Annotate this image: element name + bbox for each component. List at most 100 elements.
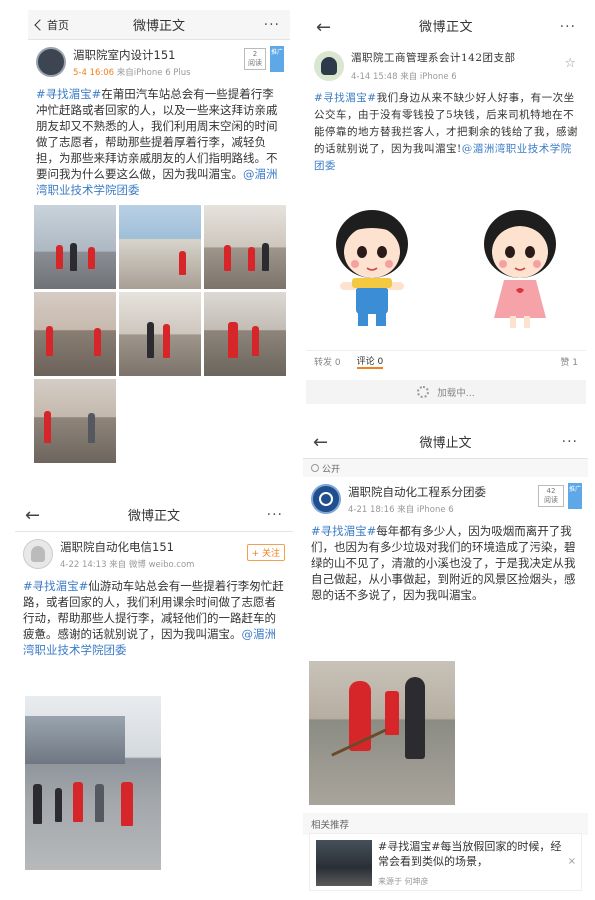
page-title: 微博正文 [418,19,473,35]
author-name[interactable]: 湄职院自动化电信151 [60,539,194,555]
visibility-bar: 公开 [303,459,588,477]
post-body: #寻找湄宝#我们身边从来不缺少好人好事，有一次坐公交车，由于没有零钱投了5块钱，… [306,88,586,177]
related-post-card[interactable]: #寻找湄宝#每当放假回家的时候，经常会看到类似的场景， 来源于 何坤彦 × [309,833,582,891]
related-post-text: #寻找湄宝#每当放假回家的时候，经常会看到类似的场景， [378,840,562,868]
spinner-icon [417,386,430,398]
chevron-left-icon [34,19,46,31]
post-photo[interactable] [119,205,201,289]
avatar[interactable] [314,51,344,81]
more-button[interactable]: ··· [264,10,280,40]
station-building [25,716,125,764]
author-name[interactable]: 湄职院室内设计151 [73,47,191,63]
page-title: 微博止文 [419,436,472,451]
avatar[interactable] [23,539,53,569]
volunteer-figure [46,326,53,356]
nav-bar: ← 微博止文 ··· [303,425,588,459]
weibo-post-panel-3: ← 微博正文 ··· 湄职院自动化电信151 4-22 14:13 来自 微博 … [15,498,293,873]
post-meta: 4-21 18:16 来自 iPhone 6 [348,503,486,515]
promote-ribbon[interactable]: 推广 [270,46,284,72]
post-header: 湄职院室内设计151 5-4 16:06 来自iPhone 6 Plus 2 阅读… [28,40,290,84]
post-text: 在莆田汽车站总会有一些提着行李冲忙赶路或者回家的人，以及一些来这拜访亲戚朋友却又… [36,87,278,181]
post-meta: 4-22 14:13 来自 微博 weibo.com [60,558,194,570]
volunteer-figure [44,411,51,443]
promote-ribbon[interactable]: 推广 [568,483,582,509]
post-source: 来自iPhone 6 Plus [116,67,191,78]
related-section-title: 相关推荐 [303,813,588,835]
post-photo[interactable] [34,205,116,289]
back-button[interactable]: 首页 [34,10,69,40]
post-header: 湄职院自动化工程系分团委 4-21 18:16 来自 iPhone 6 42 阅读… [303,477,588,521]
traveler-figure [88,413,95,443]
author-name[interactable]: 湄职院工商管理系会计142团支部 [351,50,516,67]
hashtag-link[interactable]: #寻找湄宝# [36,87,101,101]
back-arrow-icon[interactable]: ← [316,10,331,44]
follow-button[interactable]: + 关注 [246,544,285,561]
cartoon-girl-illustration [484,210,556,328]
cartoon-boy-illustration [336,210,408,326]
read-count: 42 阅读 [538,485,564,507]
volunteer-figure [163,324,170,358]
traveler-figure [95,784,104,822]
avatar[interactable] [36,47,66,77]
post-body: #寻找湄宝#在莆田汽车站总会有一些提着行李冲忙赶路或者回家的人，以及一些来这拜访… [28,84,290,200]
post-photo[interactable] [34,292,116,376]
post-header: 湄职院自动化电信151 4-22 14:13 来自 微博 weibo.com +… [15,532,293,576]
nav-bar: ← 微博正文 ··· [15,498,293,532]
traveler-figure [33,784,42,824]
volunteer-figure [248,247,255,271]
volunteer-figure [73,782,83,822]
back-arrow-icon[interactable]: ← [313,425,328,459]
volunteer-figure [405,677,425,759]
back-arrow-icon[interactable]: ← [25,498,40,532]
post-header: 湄职院工商管理系会计142团支部 4-14 15:48 来自 iPhone 6 … [306,44,586,88]
repost-button[interactable]: 转发 0 [314,355,341,368]
post-photo[interactable] [309,661,455,805]
post-time: 4-14 15:48 [351,72,398,82]
post-source: 来自 微博 weibo.com [109,559,195,570]
hashtag-link[interactable]: #寻找湄宝# [311,524,376,538]
post-time: 5-4 16:06 [73,67,115,78]
traveler-figure [55,788,62,822]
more-button[interactable]: ··· [560,10,576,44]
read-count: 2 阅读 [244,48,266,70]
default-user-icon [31,546,45,562]
post-body: #寻找湄宝#仙游动车站总会有一些提着行李匆忙赶路，或者回家的人，我们利用课余时间… [15,576,293,660]
loading-indicator: 加载中... [306,380,586,404]
page-title: 微博正文 [127,509,180,524]
volunteer-figure [179,251,186,275]
volunteer-figure [224,245,231,271]
post-photo[interactable] [204,205,286,289]
volunteer-figure [252,326,259,356]
post-photo[interactable] [25,696,161,870]
weibo-post-panel-1: 首页 微博正文 ··· 湄职院室内设计151 5-4 16:06 来自iPhon… [28,10,290,465]
like-button[interactable]: 赞 1 [560,355,578,368]
related-source: 来源于 何坤彦 [378,877,429,886]
avatar[interactable] [311,484,341,514]
volunteer-figure [94,328,101,356]
volunteer-figure [88,247,95,269]
post-body: #寻找湄宝#每年都有多少人，因为吸烟而离开了我们，也因为有多少垃圾对我们的环境造… [303,521,588,605]
post-photo[interactable] [204,292,286,376]
more-button[interactable]: ··· [267,498,283,532]
post-meta: 5-4 16:06 来自iPhone 6 Plus [73,66,191,78]
close-icon[interactable]: × [568,856,576,867]
post-time: 4-21 18:16 [348,504,395,515]
volunteer-figure [56,245,63,269]
comment-tab[interactable]: 评论 0 [356,354,384,369]
nav-bar: 首页 微博正文 ··· [28,10,290,40]
hashtag-link[interactable]: #寻找湄宝# [23,579,88,593]
page-title: 微博正文 [132,19,185,34]
post-photo[interactable] [119,292,201,376]
post-meta: 4-14 15:48 来自 iPhone 6 [351,70,516,82]
traveler-figure [147,322,154,358]
favorite-star-icon[interactable]: ☆ [564,56,576,71]
hashtag-link[interactable]: #寻找湄宝# [314,92,377,104]
post-photo[interactable] [34,379,116,463]
visibility-label: 公开 [322,464,341,475]
more-button[interactable]: ··· [562,425,578,459]
traveler-figure [70,243,77,271]
author-name[interactable]: 湄职院自动化工程系分团委 [348,484,486,500]
post-source: 来自 iPhone 6 [397,504,454,515]
volunteer-figure [385,691,399,735]
volunteer-figure [228,322,238,358]
